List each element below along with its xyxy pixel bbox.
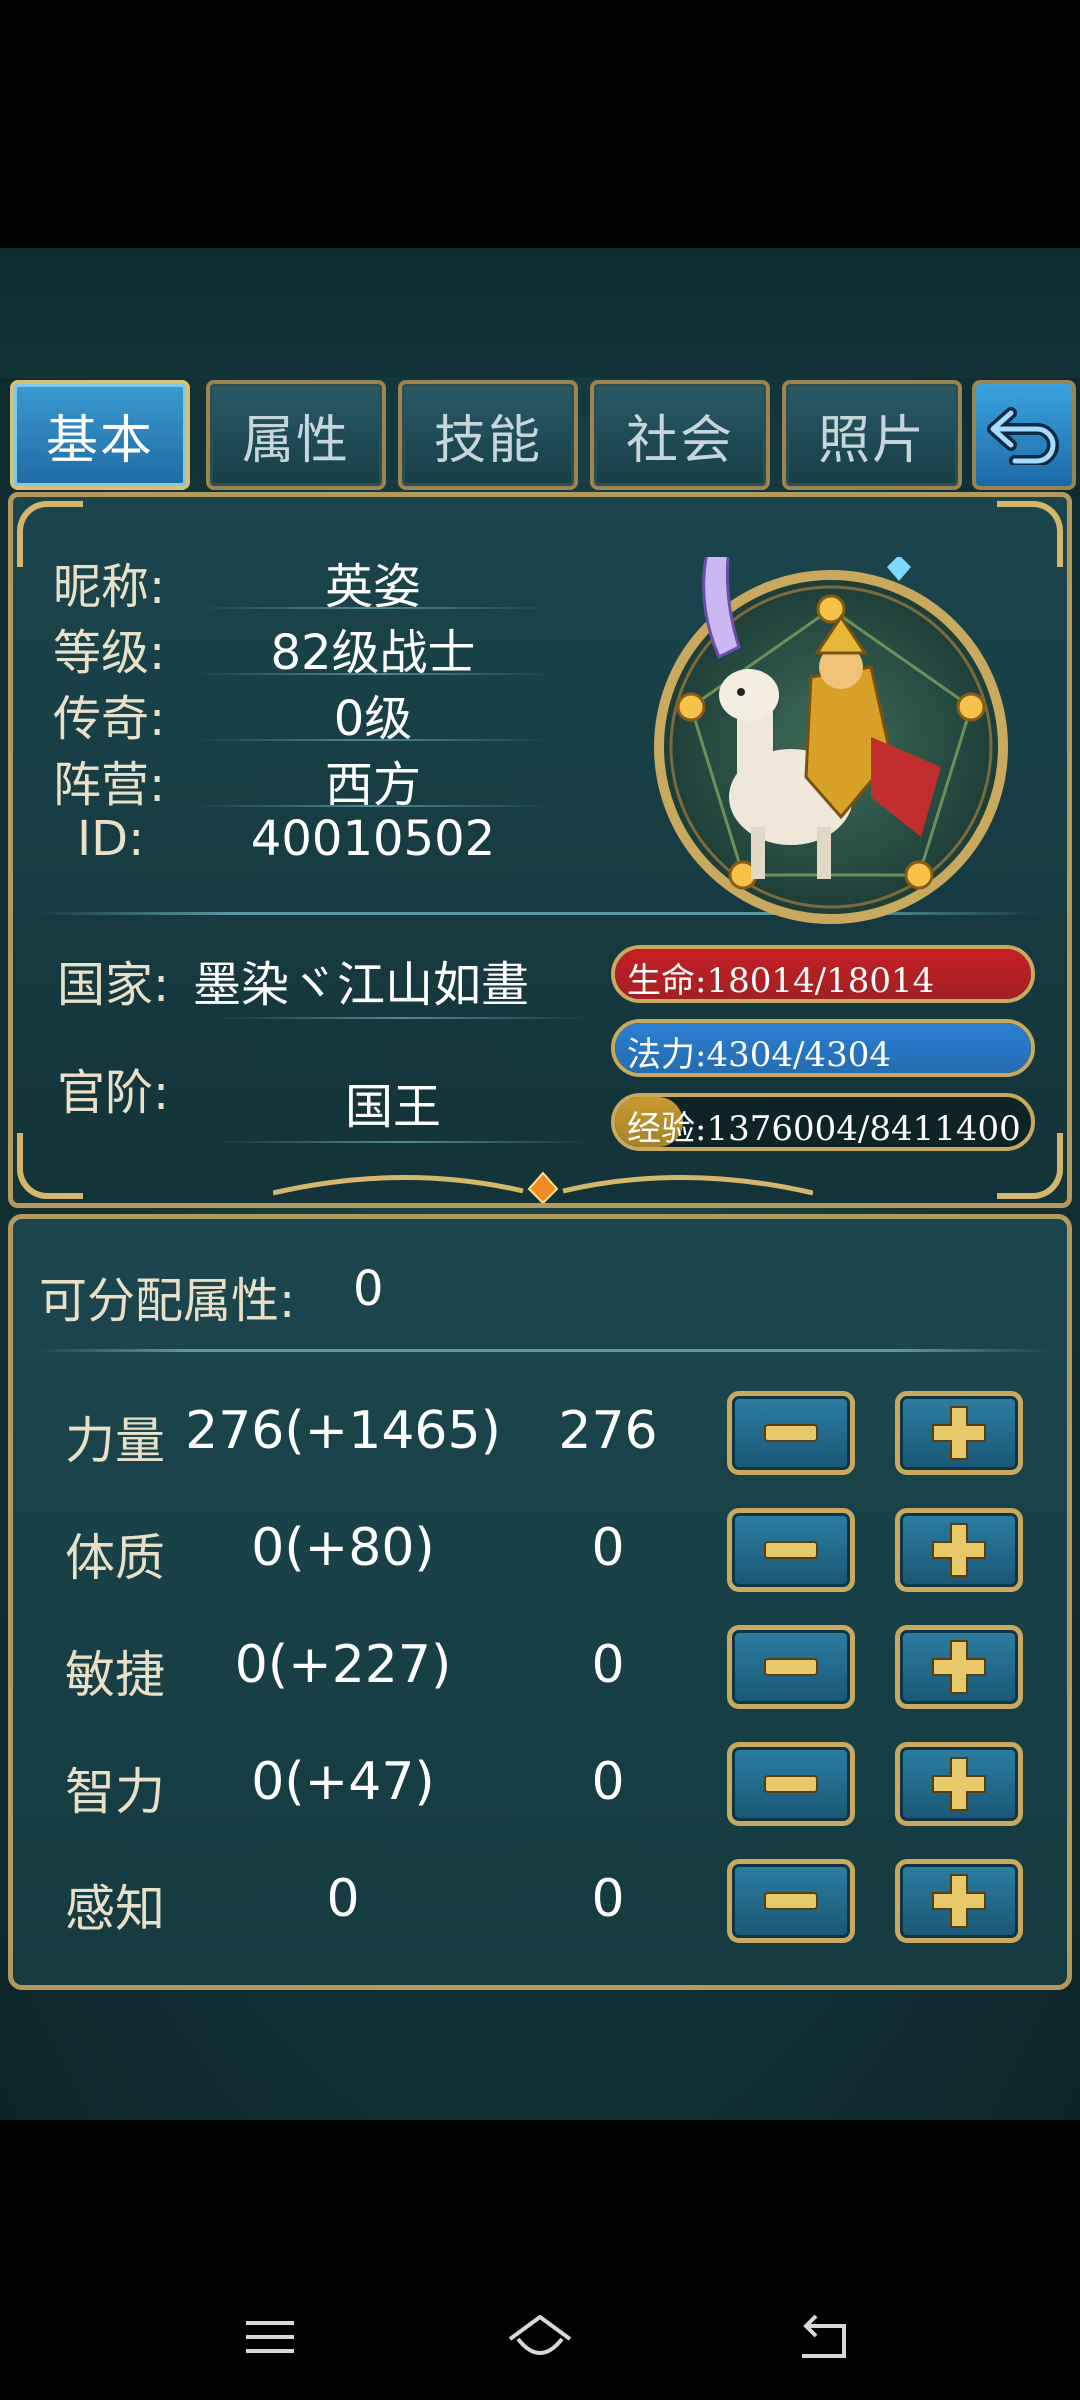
corner-ornament (17, 1133, 83, 1199)
mp-text: 法力:4304/4304 (627, 1035, 891, 1075)
attribute-total: 0(+80) (251, 1518, 435, 1578)
system-nav-bar (0, 2280, 1080, 2400)
minus-icon (764, 1424, 818, 1442)
back-icon (802, 2314, 846, 2358)
mp-bar: 法力:4304/4304 (611, 1019, 1035, 1077)
exp-text: 经验:1376004/8411400 (627, 1109, 1021, 1149)
constitution-minus-button[interactable] (727, 1508, 855, 1592)
bottom-ornament (273, 1171, 813, 1203)
tab-attributes[interactable]: 属性 (206, 380, 386, 490)
plus-icon (932, 1757, 986, 1811)
camp-label: 阵营: (53, 757, 166, 813)
constitution-plus-button[interactable] (895, 1508, 1023, 1592)
minus-icon (764, 1775, 818, 1793)
strength-minus-button[interactable] (727, 1391, 855, 1475)
minus-icon (764, 1658, 818, 1676)
id-value: 40010502 (250, 811, 496, 867)
character-avatar[interactable] (641, 557, 1011, 927)
agility-plus-button[interactable] (895, 1625, 1023, 1709)
tab-photos-label: 照片 (817, 410, 926, 471)
screen: 基本 属性 技能 社会 照片 昵称: 英姿 等级: 82级战士 传奇: 0级 阵… (0, 0, 1080, 2400)
home-icon (508, 2315, 572, 2355)
minus-icon (764, 1892, 818, 1910)
attribute-total: 0 (326, 1869, 360, 1929)
attribute-row-strength: 力量 276(+1465) 276 (13, 1379, 1067, 1479)
plus-icon (932, 1640, 986, 1694)
camp-row: 阵营: 西方 (43, 741, 563, 813)
row-underline (213, 1141, 593, 1143)
attribute-total: 0(+227) (234, 1635, 452, 1695)
nickname-label: 昵称: (53, 559, 166, 615)
attribute-divider (33, 1349, 1051, 1352)
id-label: ID: (77, 811, 145, 867)
level-row: 等级: 82级战士 (43, 609, 563, 681)
plus-icon (932, 1523, 986, 1577)
attribute-total: 0(+47) (251, 1752, 435, 1812)
tab-photos[interactable]: 照片 (782, 380, 962, 490)
attribute-base: 0 (591, 1752, 625, 1812)
character-info-panel: 昵称: 英姿 等级: 82级战士 传奇: 0级 阵营: 西方 ID: 40010… (8, 492, 1072, 1208)
nav-menu-button[interactable] (230, 2302, 310, 2372)
attribute-row-perception: 感知 0 0 (13, 1847, 1067, 1947)
back-arrow-icon (987, 407, 1059, 465)
perception-plus-button[interactable] (895, 1859, 1023, 1943)
plus-icon (932, 1406, 986, 1460)
available-points-label: 可分配属性: (39, 1273, 296, 1329)
tab-bar: 基本 属性 技能 社会 照片 (10, 380, 1076, 492)
top-band (0, 248, 1080, 378)
strength-plus-button[interactable] (895, 1391, 1023, 1475)
attribute-total: 276(+1465) (185, 1401, 501, 1461)
attribute-base: 0 (591, 1869, 625, 1929)
rank-row: 官阶: 国王 (43, 1063, 603, 1143)
rank-label: 官阶: (57, 1065, 170, 1121)
exp-bar: 经验:1376004/8411400 (611, 1093, 1035, 1151)
agility-minus-button[interactable] (727, 1625, 855, 1709)
attribute-panel: 可分配属性: 0 力量 276(+1465) 276 体质 0(+80) 0 敏… (8, 1214, 1072, 1990)
perception-minus-button[interactable] (727, 1859, 855, 1943)
tab-social[interactable]: 社会 (590, 380, 770, 490)
intelligence-minus-button[interactable] (727, 1742, 855, 1826)
back-button[interactable] (972, 380, 1076, 490)
intelligence-plus-button[interactable] (895, 1742, 1023, 1826)
tab-skills[interactable]: 技能 (398, 380, 578, 490)
attribute-name: 敏捷 (65, 1646, 165, 1704)
attribute-base: 276 (558, 1401, 658, 1461)
country-row: 国家: 墨染ヾ江山如畫 (43, 941, 603, 1019)
hp-text: 生命:18014/18014 (627, 961, 935, 1001)
level-label: 等级: (53, 625, 166, 681)
row-underline (213, 1017, 593, 1019)
minus-icon (764, 1541, 818, 1559)
attribute-base: 0 (591, 1635, 625, 1695)
country-label: 国家: (57, 957, 170, 1013)
plus-icon (932, 1874, 986, 1928)
nav-home-button[interactable] (500, 2302, 580, 2372)
tab-social-label: 社会 (625, 410, 734, 471)
attribute-row-constitution: 体质 0(+80) 0 (13, 1496, 1067, 1596)
tab-basic[interactable]: 基本 (10, 380, 190, 490)
nav-back-button[interactable] (784, 2302, 864, 2372)
attribute-row-intelligence: 智力 0(+47) 0 (13, 1730, 1067, 1830)
menu-icon (246, 2321, 294, 2353)
attribute-base: 0 (591, 1518, 625, 1578)
attribute-name: 感知 (65, 1880, 165, 1938)
nickname-row: 昵称: 英姿 (43, 543, 563, 615)
tab-attributes-label: 属性 (241, 410, 350, 471)
tab-basic-label: 基本 (45, 410, 154, 471)
legend-label: 传奇: (53, 691, 166, 747)
country-value: 墨染ヾ江山如畫 (193, 957, 530, 1013)
tab-skills-label: 技能 (433, 410, 542, 471)
legend-row: 传奇: 0级 (43, 675, 563, 747)
id-row: ID: 40010502 (43, 807, 563, 873)
attribute-row-agility: 敏捷 0(+227) 0 (13, 1613, 1067, 1713)
available-points-value: 0 (353, 1261, 384, 1317)
attribute-name: 智力 (65, 1763, 165, 1821)
attribute-name: 力量 (65, 1412, 165, 1470)
rank-value: 国王 (344, 1079, 441, 1135)
attribute-name: 体质 (65, 1529, 165, 1587)
hp-bar: 生命:18014/18014 (611, 945, 1035, 1003)
